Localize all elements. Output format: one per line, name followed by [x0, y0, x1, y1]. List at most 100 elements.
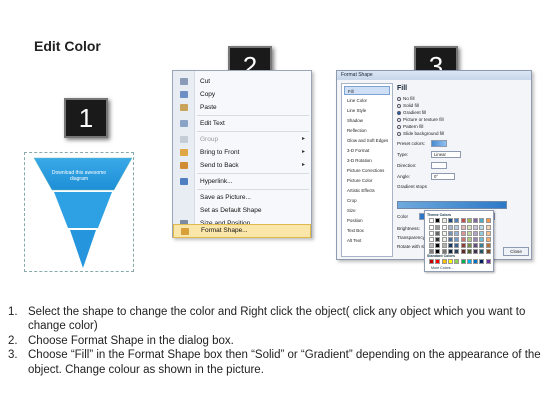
theme-color-swatch[interactable] — [485, 249, 491, 254]
standard-color-swatch[interactable] — [473, 259, 479, 264]
theme-color-swatch[interactable] — [466, 249, 472, 254]
theme-color-swatch[interactable] — [485, 225, 491, 230]
theme-color-swatch[interactable] — [435, 218, 441, 223]
theme-color-swatch[interactable] — [447, 218, 453, 223]
category-3d-format[interactable]: 3-D Format — [344, 146, 390, 155]
theme-color-swatch[interactable] — [466, 218, 472, 223]
theme-color-swatch[interactable] — [454, 249, 460, 254]
theme-color-swatch[interactable] — [429, 243, 434, 248]
radio-solid-fill[interactable]: Solid fill — [397, 102, 419, 109]
theme-color-swatch[interactable] — [447, 225, 453, 230]
theme-color-swatch[interactable] — [473, 225, 479, 230]
gradient-stops-bar[interactable] — [397, 201, 507, 209]
menu-item-format-shape[interactable]: Format Shape... — [173, 224, 311, 238]
direction-dropdown[interactable] — [431, 162, 447, 169]
category-crop[interactable]: Crop — [344, 196, 390, 205]
theme-color-swatch[interactable] — [429, 249, 434, 254]
theme-color-swatch[interactable] — [479, 225, 485, 230]
menu-item-set-default-shape[interactable]: Set as Default Shape — [173, 204, 311, 217]
standard-color-swatch[interactable] — [429, 259, 434, 264]
theme-color-swatch[interactable] — [447, 231, 453, 236]
menu-item-save-as-picture[interactable]: Save as Picture... — [173, 191, 311, 204]
standard-color-swatch[interactable] — [454, 259, 460, 264]
menu-item-bring-to-front[interactable]: Bring to Front ▸ — [173, 146, 311, 159]
standard-color-swatch[interactable] — [447, 259, 453, 264]
theme-color-swatch[interactable] — [454, 218, 460, 223]
menu-item-edit-text[interactable]: Edit Text — [173, 117, 311, 130]
theme-color-swatch[interactable] — [435, 249, 441, 254]
radio-slide-background-fill[interactable]: Slide background fill — [397, 130, 444, 137]
theme-color-swatch[interactable] — [447, 243, 453, 248]
theme-color-swatch[interactable] — [454, 231, 460, 236]
theme-color-swatch[interactable] — [454, 225, 460, 230]
close-button[interactable]: Close — [503, 247, 529, 256]
theme-color-swatch[interactable] — [485, 243, 491, 248]
radio-no-fill[interactable]: No fill — [397, 95, 415, 102]
radio-pattern-fill[interactable]: Pattern fill — [397, 123, 423, 130]
radio-gradient-fill[interactable]: Gradient fill — [397, 109, 426, 116]
category-line-color[interactable]: Line Color — [344, 96, 390, 105]
theme-color-swatch[interactable] — [466, 225, 472, 230]
theme-color-swatch[interactable] — [441, 231, 447, 236]
preset-colors-dropdown[interactable] — [431, 140, 447, 147]
theme-color-swatch[interactable] — [441, 225, 447, 230]
theme-color-swatch[interactable] — [441, 218, 447, 223]
standard-color-swatch[interactable] — [441, 259, 447, 264]
theme-color-swatch[interactable] — [473, 218, 479, 223]
menu-item-group[interactable]: Group ▸ — [173, 133, 311, 146]
theme-color-swatch[interactable] — [441, 243, 447, 248]
category-artistic-effects[interactable]: Artistic Effects — [344, 186, 390, 195]
theme-color-swatch[interactable] — [441, 237, 447, 242]
theme-color-swatch[interactable] — [479, 249, 485, 254]
category-fill[interactable]: Fill — [344, 86, 390, 95]
menu-item-paste[interactable]: Paste — [173, 101, 311, 114]
category-picture-corrections[interactable]: Picture Corrections — [344, 166, 390, 175]
theme-color-swatch[interactable] — [466, 237, 472, 242]
theme-color-swatch[interactable] — [460, 237, 466, 242]
angle-field[interactable]: 0° — [431, 173, 455, 180]
theme-color-swatch[interactable] — [466, 231, 472, 236]
theme-color-swatch[interactable] — [429, 218, 434, 223]
theme-color-swatch[interactable] — [429, 231, 434, 236]
theme-color-swatch[interactable] — [473, 237, 479, 242]
theme-color-swatch[interactable] — [447, 237, 453, 242]
category-3d-rotation[interactable]: 3-D Rotation — [344, 156, 390, 165]
theme-color-swatch[interactable] — [479, 243, 485, 248]
theme-color-swatch[interactable] — [479, 218, 485, 223]
standard-color-swatch[interactable] — [479, 259, 485, 264]
menu-item-hyperlink[interactable]: Hyperlink... — [173, 175, 311, 188]
category-shadow[interactable]: Shadow — [344, 116, 390, 125]
menu-item-send-to-back[interactable]: Send to Back ▸ — [173, 159, 311, 172]
theme-color-swatch[interactable] — [460, 231, 466, 236]
theme-color-swatch[interactable] — [429, 225, 434, 230]
theme-color-swatch[interactable] — [441, 249, 447, 254]
theme-color-swatch[interactable] — [429, 237, 434, 242]
theme-color-swatch[interactable] — [485, 218, 491, 223]
theme-color-swatch[interactable] — [460, 249, 466, 254]
theme-color-swatch[interactable] — [435, 225, 441, 230]
standard-color-swatch[interactable] — [485, 259, 491, 264]
category-picture-color[interactable]: Picture Color — [344, 176, 390, 185]
category-glow[interactable]: Glow and Soft Edges — [344, 136, 390, 145]
theme-color-swatch[interactable] — [479, 237, 485, 242]
theme-color-swatch[interactable] — [473, 243, 479, 248]
theme-color-swatch[interactable] — [435, 243, 441, 248]
category-reflection[interactable]: Reflection — [344, 126, 390, 135]
theme-color-swatch[interactable] — [473, 249, 479, 254]
theme-color-swatch[interactable] — [435, 237, 441, 242]
standard-color-swatch[interactable] — [435, 259, 441, 264]
theme-color-swatch[interactable] — [454, 243, 460, 248]
category-alt-text[interactable]: Alt Text — [344, 236, 390, 245]
theme-color-swatch[interactable] — [447, 249, 453, 254]
category-position[interactable]: Position — [344, 216, 390, 225]
more-colors-link[interactable]: More Colors... — [431, 266, 454, 270]
theme-color-swatch[interactable] — [479, 231, 485, 236]
theme-color-swatch[interactable] — [460, 218, 466, 223]
radio-picture-fill[interactable]: Picture or texture fill — [397, 116, 444, 123]
category-text-box[interactable]: Text Box — [344, 226, 390, 235]
theme-color-swatch[interactable] — [454, 237, 460, 242]
standard-color-swatch[interactable] — [466, 259, 472, 264]
theme-color-swatch[interactable] — [435, 231, 441, 236]
category-size[interactable]: Size — [344, 206, 390, 215]
theme-color-swatch[interactable] — [485, 231, 491, 236]
